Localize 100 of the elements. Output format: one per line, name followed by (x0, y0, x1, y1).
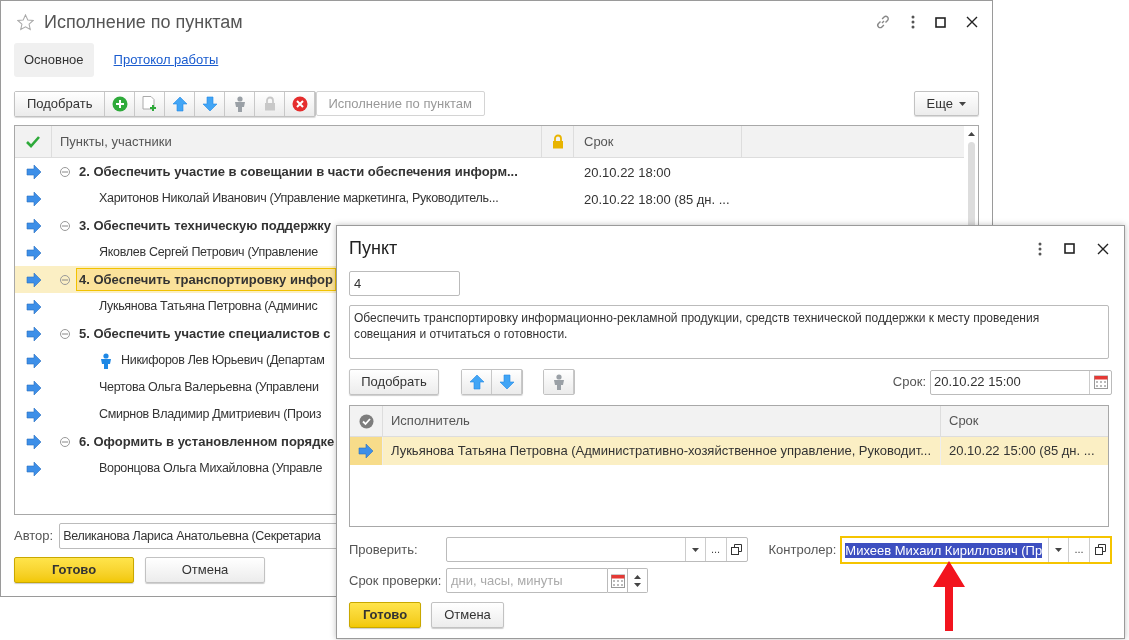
check-term-field[interactable]: дни, часы, минуты (446, 568, 608, 593)
move-up-button[interactable] (462, 370, 492, 394)
item-title: 3. Обеспечить техническую поддержку (78, 216, 332, 235)
up-arrow-icon (468, 374, 485, 390)
right-arrow-icon (25, 380, 42, 395)
calendar-icon (610, 573, 625, 588)
participant-name: Лукьянова Татьяна Петровна (Админис (99, 298, 318, 316)
item-title: 2. Обеспечить участие в совещании в части обеспечения информ... (78, 162, 519, 181)
caret-up-icon (634, 574, 641, 579)
maximize-icon[interactable] (935, 16, 946, 28)
participant-name: Воронцова Ольга Михайловна (Управле (99, 460, 323, 478)
tab[interactable]: Протокол работы (103, 43, 229, 77)
due-date: 20.10.22 18:00 (584, 164, 671, 180)
item-title: 6. Оформить в установленном порядке (78, 432, 336, 451)
dialog-title: Пункт (349, 237, 398, 260)
star-icon[interactable] (17, 13, 34, 31)
pick-button[interactable]: Подобрать (349, 369, 439, 395)
participant-name: Харитонов Николай Иванович (Управление маркетинга, Руководитель... (99, 190, 499, 208)
right-arrow-icon (25, 164, 42, 179)
item-title: 5. Обеспечить участие специалистов с (78, 324, 332, 343)
close-icon[interactable] (966, 16, 978, 28)
down-arrow-icon (201, 95, 218, 112)
responsible-button[interactable] (225, 91, 256, 116)
tab[interactable]: Основное (14, 43, 94, 77)
close-icon[interactable] (1097, 242, 1109, 255)
lock-icon (263, 96, 276, 111)
add-document-icon (142, 95, 158, 112)
field-label: Контролер: (768, 540, 837, 559)
ok-button[interactable]: Готово (349, 602, 421, 628)
person-icon (551, 374, 566, 390)
link-icon[interactable] (875, 14, 891, 30)
check-icon (26, 135, 40, 148)
open-window-icon (1094, 544, 1106, 555)
open-window-icon (731, 544, 743, 555)
caret-down-icon (959, 101, 966, 106)
more-icon[interactable] (1038, 241, 1042, 256)
move-down-button[interactable] (492, 370, 522, 394)
move-up-button[interactable] (165, 91, 196, 116)
right-arrow-icon (25, 353, 42, 368)
check-circle-icon (358, 413, 374, 429)
select-button[interactable]: ... (1068, 537, 1089, 562)
search-field[interactable]: Исполнение по пунктам (316, 91, 486, 116)
select-button[interactable]: ... (704, 538, 726, 561)
cancel-button[interactable]: Отмена (431, 602, 504, 628)
table-row[interactable]: Лукьянова Татьяна Петровна (Административно-хозяйственное управление, Руководит... 20.10.22 15:00 (85 дн. ... (350, 437, 1108, 465)
cancel-button[interactable]: Отмена (145, 557, 265, 583)
right-arrow-icon (25, 245, 42, 260)
controller-field[interactable]: Михеев Михаил Кириллович (Пр ... (840, 535, 1112, 564)
ok-button[interactable]: Готово (14, 557, 134, 583)
field-label: Срок: (892, 373, 926, 392)
right-arrow-icon (25, 218, 42, 233)
field-label: Срок проверки: (349, 571, 443, 590)
caret-down-icon (691, 547, 699, 552)
participant-name: Чертова Ольга Валерьевна (Управлени (99, 379, 319, 397)
right-arrow-icon (25, 407, 42, 422)
right-arrow-icon (25, 326, 42, 341)
spin-button[interactable] (628, 568, 648, 593)
item-title: 4. Обеспечить транспортировку инфор (76, 268, 336, 291)
participant-name: Смирнов Владимир Дмитриевич (Произ (99, 406, 322, 424)
person-icon (232, 95, 247, 112)
description-field[interactable]: Обеспечить транспортировку информационно-рекламной продукции, средств технической поддержки к месту проведения совещания и отчитаться о готовности. (349, 305, 1109, 359)
due-date: 20.10.22 18:00 (85 дн. ... (584, 191, 730, 207)
caret-up-icon (967, 132, 975, 136)
column-header[interactable]: Срок (949, 411, 979, 431)
responsible-button[interactable] (544, 370, 574, 394)
column-header[interactable]: Исполнитель (391, 411, 470, 431)
column-header[interactable]: Срок (584, 131, 614, 152)
lock-icon (551, 134, 564, 149)
selected-text: Михеев Михаил Кириллович (Пр (845, 542, 1043, 558)
right-arrow-icon (25, 272, 42, 287)
check-field[interactable]: ... (445, 537, 748, 562)
pick-button[interactable]: Подобрать (15, 91, 106, 116)
right-arrow-icon (25, 461, 42, 476)
more-icon[interactable] (911, 15, 915, 29)
due-date: 20.10.22 15:00 (85 дн. ... (949, 442, 1095, 461)
window-title: Исполнение по пунктам (44, 10, 243, 34)
maximize-icon[interactable] (1064, 243, 1075, 254)
participant-name: Никифоров Лев Юрьевич (Департам (121, 352, 325, 370)
caret-down-icon (1055, 547, 1062, 552)
right-arrow-icon (25, 434, 42, 449)
more-button[interactable]: Еще (913, 91, 979, 116)
delete-button[interactable] (285, 91, 316, 116)
add-subitem-button[interactable] (135, 91, 166, 116)
add-button[interactable] (105, 91, 136, 116)
number-field[interactable]: 4 (349, 271, 460, 296)
field-label: Автор: (14, 527, 54, 546)
move-down-button[interactable] (195, 91, 226, 116)
down-arrow-icon (498, 374, 515, 390)
right-arrow-icon (358, 444, 374, 458)
due-date-field[interactable]: 20.10.22 15:00 (930, 369, 1112, 395)
annotation-arrow (932, 561, 966, 633)
calendar-button[interactable] (608, 568, 628, 593)
plus-circle-icon (111, 95, 128, 112)
field-label: Проверить: (349, 540, 419, 559)
participant-name: Яковлев Сергей Петрович (Управление (99, 244, 318, 262)
right-arrow-icon (25, 299, 42, 314)
column-header[interactable]: Пункты, участники (60, 131, 172, 152)
calendar-icon (1093, 375, 1108, 389)
right-arrow-icon (25, 191, 42, 206)
executor-name: Лукьянова Татьяна Петровна (Административно-хозяйственное управление, Руководит... (391, 442, 931, 461)
